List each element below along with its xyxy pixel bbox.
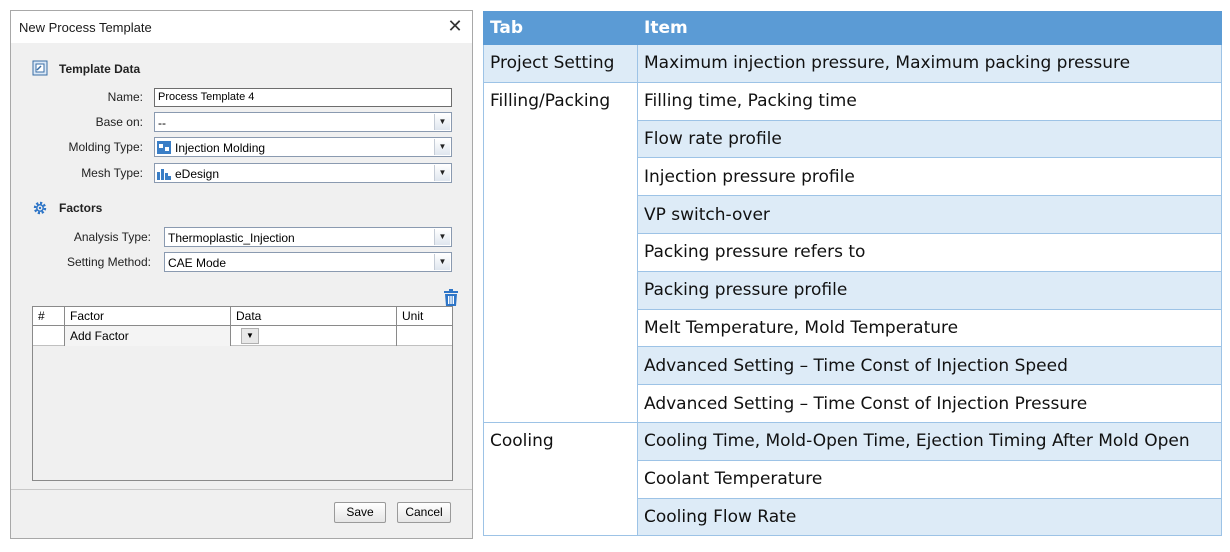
- molding-type-label: Molding Type:: [68, 140, 144, 154]
- column-header-data: Data: [231, 307, 397, 325]
- close-icon[interactable]: ✕: [444, 15, 466, 37]
- new-process-template-dialog: New Process Template ✕ Template Data Nam…: [10, 10, 473, 539]
- molding-type-value: Injection Molding: [175, 141, 266, 155]
- item-cell: Maximum injection pressure, Maximum pack…: [637, 44, 1222, 83]
- add-factor-label: Add Factor: [70, 329, 129, 343]
- column-header-factor: Factor: [65, 307, 231, 325]
- analysis-type-select[interactable]: Thermoplastic_Injection ▼: [164, 227, 452, 247]
- setting-method-select[interactable]: CAE Mode ▼: [164, 252, 452, 272]
- molding-type-select[interactable]: Injection Molding ▼: [154, 137, 452, 157]
- mesh-type-value: eDesign: [175, 167, 220, 181]
- tab-cell-project-setting: Project Setting: [483, 44, 638, 83]
- setting-method-label: Setting Method:: [66, 255, 151, 269]
- unit-cell[interactable]: [397, 326, 452, 346]
- item-cell: Coolant Temperature: [637, 459, 1222, 499]
- mesh-type-label: Mesh Type:: [81, 166, 143, 180]
- chevron-down-icon[interactable]: ▼: [434, 114, 450, 130]
- item-cell: Cooling Time, Mold-Open Time, Ejection T…: [637, 421, 1222, 461]
- add-factor-select[interactable]: Add Factor ▼: [65, 326, 259, 346]
- footer-divider: [11, 489, 472, 490]
- item-cell: Flow rate profile: [637, 119, 1222, 159]
- edesign-mesh-icon: [157, 169, 171, 180]
- gear-icon: [33, 201, 47, 215]
- template-data-icon: [32, 60, 48, 76]
- analysis-type-label: Analysis Type:: [73, 230, 151, 244]
- name-label: Name:: [107, 90, 143, 104]
- table-row: Add Factor ▼: [33, 326, 452, 346]
- item-cell: Melt Temperature, Mold Temperature: [637, 308, 1222, 348]
- item-cell: Injection pressure profile: [637, 157, 1222, 197]
- save-button[interactable]: Save: [334, 502, 386, 523]
- dialog-titlebar: New Process Template ✕: [11, 11, 472, 43]
- table-row: Project Setting Maximum injection pressu…: [483, 44, 1222, 83]
- column-header-unit: Unit: [402, 309, 424, 323]
- item-cell: Cooling Flow Rate: [637, 497, 1222, 537]
- analysis-type-value: Thermoplastic_Injection: [168, 231, 295, 245]
- item-cell: Advanced Setting – Time Const of Injecti…: [637, 384, 1222, 423]
- chevron-down-icon[interactable]: ▼: [434, 229, 450, 245]
- factors-heading: Factors: [59, 201, 103, 215]
- item-cell: Filling time, Packing time: [637, 81, 1222, 121]
- name-input-value: Process Template 4: [158, 91, 255, 103]
- template-data-heading: Template Data: [59, 62, 141, 76]
- factor-table: # Factor Data Unit Add Factor ▼: [32, 306, 453, 481]
- column-header-item: Item: [637, 11, 1222, 45]
- table-row: Filling/Packing Filling time, Packing ti…: [483, 81, 1222, 423]
- tab-cell-cooling: Cooling: [483, 421, 638, 537]
- column-header-number: #: [33, 307, 65, 325]
- base-on-label: Base on:: [95, 115, 143, 129]
- cancel-button[interactable]: Cancel: [397, 502, 451, 523]
- table-row: Cooling Cooling Time, Mold-Open Time, Ej…: [483, 421, 1222, 537]
- item-cell: Packing pressure refers to: [637, 232, 1222, 272]
- data-cell[interactable]: [231, 326, 397, 346]
- column-header-tab: Tab: [483, 11, 638, 45]
- chevron-down-icon[interactable]: ▼: [434, 139, 450, 155]
- settings-mapping-table: Tab Item Project Setting Maximum injecti…: [483, 11, 1222, 537]
- row-number-cell: [33, 326, 65, 346]
- tab-cell-filling-packing: Filling/Packing: [483, 81, 638, 423]
- setting-method-value: CAE Mode: [168, 256, 227, 270]
- mesh-type-select[interactable]: eDesign ▼: [154, 163, 452, 183]
- injection-molding-icon: [157, 141, 171, 154]
- base-on-select[interactable]: -- ▼: [154, 112, 452, 132]
- trash-icon[interactable]: [442, 289, 460, 307]
- chevron-down-icon[interactable]: ▼: [434, 254, 450, 270]
- base-on-value: --: [158, 116, 166, 130]
- name-input[interactable]: Process Template 4: [154, 88, 452, 107]
- factor-table-header: # Factor Data Unit: [33, 307, 452, 326]
- item-cell: Packing pressure profile: [637, 270, 1222, 310]
- item-cell: VP switch-over: [637, 195, 1222, 234]
- table-header-row: Tab Item: [483, 11, 1222, 45]
- dialog-title: New Process Template: [19, 20, 152, 35]
- chevron-down-icon[interactable]: ▼: [434, 165, 450, 181]
- item-cell: Advanced Setting – Time Const of Injecti…: [637, 346, 1222, 386]
